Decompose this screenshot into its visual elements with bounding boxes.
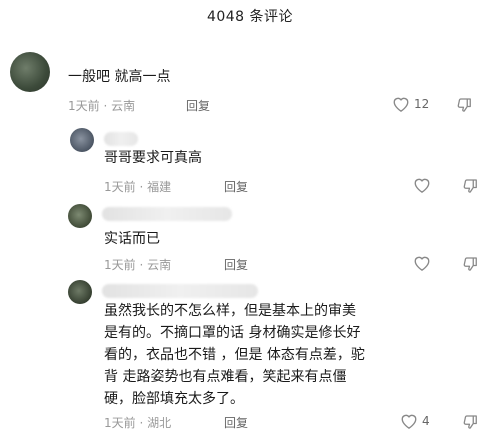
comment-location: 湖北 bbox=[147, 416, 172, 430]
comment-time: 1天前 bbox=[104, 258, 136, 272]
reply-meta: 1天前 · 云南 bbox=[104, 256, 171, 273]
comment-time: 1天前 bbox=[104, 416, 136, 430]
text-line: 虽然我长的不怎么样，但是基本上的审美 bbox=[104, 303, 356, 319]
reply-button[interactable]: 回复 bbox=[224, 256, 248, 273]
meta-separator: · bbox=[135, 416, 148, 430]
comment-text: 一般吧 就高一点 bbox=[68, 69, 171, 85]
reply-text: 虽然我长的不怎么样，但是基本上的审美 是有的。不摘口罩的话 身材确实是修长好 看… bbox=[104, 300, 494, 410]
comment-count-title: 4048 条评论 bbox=[206, 9, 294, 25]
heart-outline-icon[interactable] bbox=[413, 177, 431, 193]
comment-location: 云南 bbox=[147, 258, 172, 272]
reply-button[interactable]: 回复 bbox=[224, 414, 248, 431]
heart-outline-icon[interactable] bbox=[413, 255, 431, 271]
avatar[interactable] bbox=[68, 204, 92, 228]
avatar[interactable] bbox=[70, 128, 94, 152]
username-blurred bbox=[102, 207, 232, 221]
thumbs-down-icon[interactable] bbox=[456, 96, 474, 114]
avatar[interactable] bbox=[10, 52, 50, 92]
heart-outline-icon[interactable] bbox=[392, 96, 410, 112]
username-blurred bbox=[102, 284, 258, 298]
reply-text: 哥哥要求可真高 bbox=[104, 150, 202, 166]
thumbs-down-icon[interactable] bbox=[462, 177, 480, 195]
text-line: 是有的。不摘口罩的话 身材确实是修长好 bbox=[104, 325, 361, 341]
avatar[interactable] bbox=[68, 280, 92, 304]
text-line: 背 走路姿势也有点难看，笑起来有点僵 bbox=[104, 369, 347, 385]
meta-separator: · bbox=[135, 258, 148, 272]
thumbs-down-icon[interactable] bbox=[462, 413, 480, 431]
comment-location: 云南 bbox=[111, 99, 136, 113]
meta-separator: · bbox=[99, 99, 112, 113]
reply-button[interactable]: 回复 bbox=[186, 97, 210, 114]
comment-time: 1天前 bbox=[68, 99, 100, 113]
like-button[interactable] bbox=[413, 255, 435, 271]
reply-button[interactable]: 回复 bbox=[224, 178, 248, 195]
meta-separator: · bbox=[135, 180, 148, 194]
username-blurred bbox=[104, 132, 138, 146]
comment-location: 福建 bbox=[147, 180, 172, 194]
reply-text: 实话而已 bbox=[104, 231, 160, 247]
like-button[interactable]: 12 bbox=[392, 96, 429, 112]
comment-meta: 1天前 · 云南 bbox=[68, 97, 135, 114]
reply-meta: 1天前 · 湖北 bbox=[104, 414, 171, 431]
text-line: 硬，脸部填充太多了。 bbox=[104, 391, 244, 407]
like-count: 4 bbox=[422, 414, 430, 428]
heart-outline-icon[interactable] bbox=[400, 413, 418, 429]
text-line: 看的，衣品也不错 ，但是 体态有点差，驼 bbox=[104, 347, 365, 363]
like-button[interactable]: 4 bbox=[400, 413, 430, 429]
comment-time: 1天前 bbox=[104, 180, 136, 194]
reply-meta: 1天前 · 福建 bbox=[104, 178, 171, 195]
thumbs-down-icon[interactable] bbox=[462, 255, 480, 273]
like-count: 12 bbox=[414, 97, 430, 111]
like-button[interactable] bbox=[413, 177, 435, 193]
